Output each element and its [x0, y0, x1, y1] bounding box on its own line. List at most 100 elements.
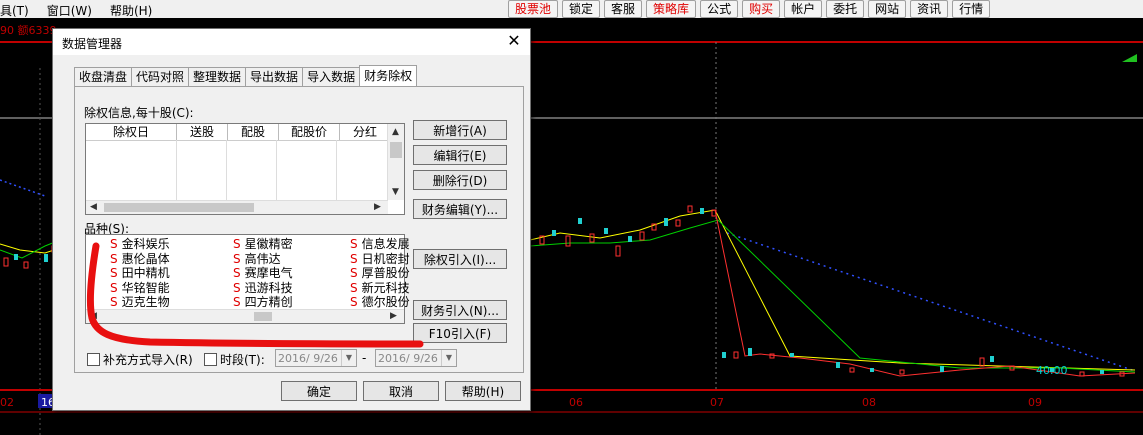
period-checkbox[interactable] [204, 353, 217, 366]
candlestick [899, 369, 905, 375]
stock-list-item[interactable]: S 高伟达 [233, 252, 281, 266]
menu-tools[interactable]: 具(T) [0, 2, 29, 18]
candlestick [1100, 370, 1104, 374]
scroll-left-icon[interactable]: ◀ [90, 201, 97, 213]
toolbar-button[interactable]: 客服 [604, 0, 643, 18]
grid-column-divider [276, 140, 277, 202]
exright-import-button[interactable]: 除权引入(I)... [413, 249, 507, 269]
toolbar-button[interactable]: 帐户 [784, 0, 823, 18]
stock-type-icon: S [350, 295, 358, 309]
stock-list-item[interactable]: S 信息发展 [350, 237, 410, 251]
f10-import-button[interactable]: F10引入(F) [413, 323, 507, 343]
candlestick [979, 357, 985, 367]
ma-line-yellow [529, 209, 1136, 371]
supplement-checkbox[interactable] [87, 353, 100, 366]
toolbar-button[interactable]: 公式 [700, 0, 739, 18]
stock-list-item[interactable]: S 田中精机 [110, 266, 170, 280]
grid-header-rights[interactable]: 配股 [228, 124, 279, 140]
edit-row-button[interactable]: 编辑行(E) [413, 145, 507, 165]
add-row-button[interactable]: 新增行(A) [413, 120, 507, 140]
grid-column-divider [176, 140, 177, 202]
scroll-right-icon[interactable]: ▶ [390, 310, 397, 322]
stock-list-item[interactable]: S 厚普股份 [350, 266, 410, 280]
scroll-thumb[interactable] [254, 312, 272, 321]
candlestick [44, 254, 48, 262]
stock-type-icon: S [350, 251, 358, 266]
toolbar-button[interactable]: 委托 [826, 0, 865, 18]
stock-list-item[interactable]: S 迅游科技 [233, 281, 293, 295]
scroll-down-icon[interactable]: ▼ [392, 186, 399, 198]
ma-line-green-left [0, 239, 61, 259]
exright-grid[interactable]: 除权日 送股 配股 配股价 分红 ▲ ▼ ◀ ▶ [85, 123, 405, 215]
candlestick [700, 208, 704, 214]
stock-name: 赛摩电气 [244, 266, 293, 280]
stock-name: 星徽精密 [244, 237, 293, 251]
close-icon[interactable]: ✕ [506, 33, 522, 49]
delete-row-button[interactable]: 删除行(D) [413, 170, 507, 190]
top-bar: 具(T) 窗口(W) 帮助(H) 股票池 锁定 客服 策略库 公式 购买 帐户 委托 网站 资讯行… [0, 0, 1143, 18]
tab-3[interactable]: 导出数据 [245, 67, 304, 86]
grid-header-bonus[interactable]: 送股 [177, 124, 228, 140]
toolbar: 股票池 锁定 客服 策略库 公式 购买 帐户 委托 网站 资讯 行情 [508, 0, 991, 18]
toolbar-button[interactable]: 资讯 [910, 0, 949, 18]
toolbar-button[interactable]: 策略库 [646, 0, 697, 18]
toolbar-button[interactable]: 购买 [742, 0, 781, 18]
stock-name: 信息发展 [361, 237, 410, 251]
stock-list-item[interactable]: S 惠伦晶体 [110, 252, 170, 266]
price-label: 40.00 [1036, 364, 1068, 377]
finance-edit-button[interactable]: 财务编辑(Y)... [413, 199, 507, 219]
grid-horizontal-scrollbar[interactable]: ◀ ▶ [86, 200, 388, 214]
tab-strip: 收盘清盘 代码对照 整理数据 导出数据 导入数据 财务除权 [74, 65, 418, 87]
candlestick [589, 233, 595, 243]
list-horizontal-scrollbar[interactable]: ◀ ▶ [86, 309, 404, 323]
grid-header-date[interactable]: 除权日 [86, 124, 177, 140]
finance-import-button[interactable]: 财务引入(N)... [413, 300, 507, 320]
toolbar-button[interactable]: 锁定 [562, 0, 601, 18]
candlestick [675, 219, 681, 227]
month-label: 07 [710, 396, 724, 409]
stock-list-item[interactable]: S 金科娱乐 [110, 237, 170, 251]
date-to-picker[interactable]: 2016/ 9/26 ▼ [375, 349, 457, 367]
scroll-right-icon[interactable]: ▶ [374, 201, 381, 213]
toolbar-button[interactable]: 股票池 [508, 0, 559, 18]
grid-vertical-scrollbar[interactable]: ▲ ▼ [387, 124, 404, 200]
tab-0[interactable]: 收盘清盘 [74, 67, 133, 86]
scroll-left-icon[interactable]: ◀ [90, 310, 97, 322]
toolbar-button[interactable]: 行情 [952, 0, 991, 18]
stock-list-item[interactable]: S 赛摩电气 [233, 266, 293, 280]
scroll-thumb[interactable] [390, 142, 402, 158]
month-label: 09 [1028, 396, 1042, 409]
grid-header-dividend[interactable]: 分红 [340, 124, 391, 140]
stock-type-icon: S [110, 295, 118, 309]
supplement-label[interactable]: 补充方式导入(R) [103, 351, 193, 368]
stock-list[interactable]: ◀ ▶ S 金科娱乐 S 星徽精密 S 信息发展 S 惠伦晶体 S 高伟达 S 日机密封 S 田中精机 S 赛… [85, 234, 410, 324]
chevron-down-icon[interactable]: ▼ [341, 350, 356, 366]
stock-list-item[interactable]: S 华铭智能 [110, 281, 170, 295]
scroll-thumb[interactable] [104, 203, 254, 212]
grid-header-rights-price[interactable]: 配股价 [279, 124, 340, 140]
stock-type-icon: S [350, 280, 358, 295]
menu-window[interactable]: 窗口(W) [47, 2, 92, 18]
cancel-button[interactable]: 取消 [363, 381, 439, 401]
date-from-picker[interactable]: 2016/ 9/26 ▼ [275, 349, 357, 367]
stock-type-icon: S [233, 237, 241, 251]
tab-4[interactable]: 导入数据 [302, 67, 361, 86]
help-button[interactable]: 帮助(H) [445, 381, 521, 401]
scroll-up-icon[interactable]: ▲ [392, 126, 399, 138]
stock-list-item[interactable]: S 迈克生物 [110, 295, 170, 309]
stock-list-item[interactable]: S 星徽精密 [233, 237, 293, 251]
stock-list-item[interactable]: S 新元科技 [350, 281, 410, 295]
stock-list-item[interactable]: S 四方精创 [233, 295, 293, 309]
ok-button[interactable]: 确定 [281, 381, 357, 401]
tab-2[interactable]: 整理数据 [188, 67, 247, 86]
dialog-titlebar: 数据管理器 ✕ [53, 29, 530, 55]
menu-help[interactable]: 帮助(H) [110, 2, 152, 18]
stock-type-icon: S [233, 295, 241, 309]
tab-1[interactable]: 代码对照 [131, 67, 190, 86]
tab-5[interactable]: 财务除权 [359, 65, 418, 86]
chevron-down-icon[interactable]: ▼ [441, 350, 456, 366]
stock-list-item[interactable]: S 德尔股份 [350, 295, 410, 309]
stock-list-item[interactable]: S 日机密封 [350, 252, 410, 266]
toolbar-button[interactable]: 网站 [868, 0, 907, 18]
period-label[interactable]: 时段(T): [220, 351, 265, 368]
